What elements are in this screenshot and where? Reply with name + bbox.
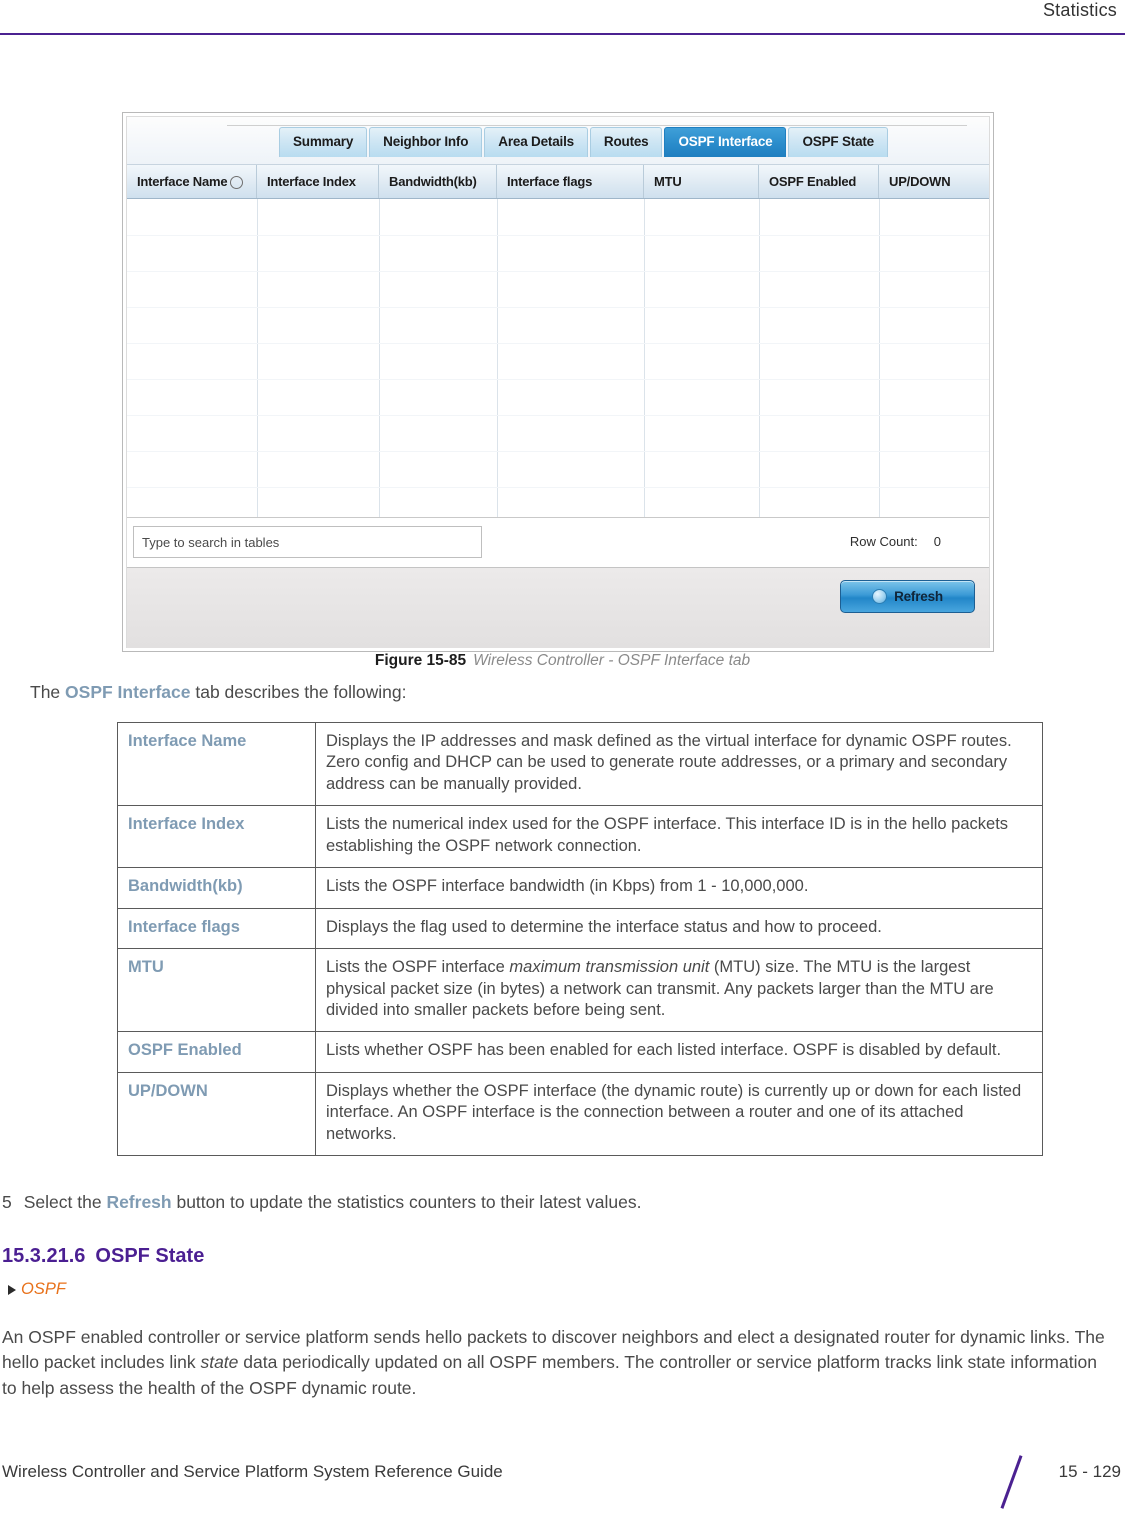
- column-divider: [759, 199, 760, 517]
- field-description-interface-name: Displays the IP addresses and mask defin…: [315, 721, 1043, 807]
- row-divider: [127, 343, 989, 344]
- field-description-table: Interface Name Displays the IP addresses…: [117, 721, 1043, 1157]
- figure-number: Figure 15-85: [374, 652, 467, 669]
- body-paragraph: An OSPF enabled controller or service pl…: [2, 1325, 1112, 1401]
- step-before: Select the: [23, 1192, 107, 1212]
- table-row: UP/DOWN Displays whether the OSPF interf…: [117, 1071, 1043, 1157]
- table-header-row: Interface Name Interface Index Bandwidth…: [127, 165, 989, 199]
- field-description-bandwidth: Lists the OSPF interface bandwidth (in K…: [315, 867, 1043, 909]
- intro-sentence: The OSPF Interface tab describes the fol…: [30, 682, 406, 703]
- column-header-interface-flags[interactable]: Interface flags: [497, 165, 644, 198]
- column-divider: [644, 199, 645, 517]
- column-header-interface-name[interactable]: Interface Name: [127, 165, 257, 198]
- field-label-mtu: MTU: [117, 948, 316, 1033]
- refresh-button-label: Refresh: [894, 589, 943, 604]
- row-divider: [127, 271, 989, 272]
- mtu-text-before: Lists the OSPF interface: [326, 958, 510, 977]
- table-row: Interface Name Displays the IP addresses…: [117, 721, 1043, 807]
- field-description-interface-flags: Displays the flag used to determine the …: [315, 907, 1043, 950]
- breadcrumb-label: OSPF: [21, 1280, 66, 1298]
- column-header-ospf-enabled[interactable]: OSPF Enabled: [759, 165, 879, 198]
- triangle-right-icon: [8, 1284, 16, 1295]
- page-header-title: Statistics: [1042, 0, 1117, 20]
- row-divider: [127, 415, 989, 416]
- column-header-up-down[interactable]: UP/DOWN: [879, 165, 989, 198]
- body-italic-term: state: [200, 1352, 239, 1373]
- column-divider: [879, 199, 880, 517]
- intro-after: tab describes the following:: [190, 682, 407, 702]
- row-divider: [127, 379, 989, 380]
- tab-strip: Summary Neighbor Info Area Details Route…: [127, 117, 989, 165]
- row-divider: [127, 487, 989, 488]
- row-divider: [127, 307, 989, 308]
- field-label-interface-name: Interface Name: [117, 721, 316, 807]
- table-row: Interface Index Lists the numerical inde…: [117, 805, 1043, 869]
- refresh-icon: [872, 589, 888, 604]
- column-header-interface-name-label: Interface Name: [137, 174, 228, 189]
- tab-area-details[interactable]: Area Details: [484, 127, 588, 157]
- table-row: OSPF Enabled Lists whether OSPF has been…: [117, 1031, 1043, 1073]
- table-body-empty: [127, 199, 989, 517]
- numbered-step-5: 5 Select the Refresh button to update the…: [2, 1192, 641, 1213]
- tab-routes[interactable]: Routes: [589, 127, 663, 157]
- field-description-mtu: Lists the OSPF interface maximum transmi…: [315, 948, 1043, 1033]
- column-header-bandwidth[interactable]: Bandwidth(kb): [379, 165, 497, 198]
- row-count-label: Row Count:: [849, 534, 918, 549]
- table-footer-row: Type to search in tables Row Count: 0: [127, 517, 989, 567]
- field-label-interface-index: Interface Index: [117, 805, 316, 869]
- refresh-button[interactable]: Refresh: [840, 580, 975, 613]
- field-description-ospf-enabled: Lists whether OSPF has been enabled for …: [315, 1031, 1043, 1073]
- footer-slash-rule: [1000, 1455, 1023, 1509]
- tab-ospf-state[interactable]: OSPF State: [788, 127, 888, 157]
- page-running-header: Statistics: [0, 0, 1125, 35]
- field-description-up-down: Displays whether the OSPF interface (the…: [315, 1071, 1043, 1157]
- column-divider: [257, 199, 258, 517]
- field-label-ospf-enabled: OSPF Enabled: [117, 1031, 316, 1073]
- figure-caption: Figure 15-85 Wireless Controller - OSPF I…: [0, 652, 1125, 670]
- sort-indicator-icon[interactable]: [230, 176, 244, 189]
- field-description-interface-index: Lists the numerical index used for the O…: [315, 805, 1043, 869]
- step-keyword-refresh: Refresh: [106, 1192, 172, 1212]
- row-count: Row Count: 0: [850, 534, 941, 549]
- window-action-bar: Refresh: [127, 567, 989, 648]
- row-divider: [127, 235, 989, 236]
- column-divider: [497, 199, 498, 517]
- column-header-interface-index[interactable]: Interface Index: [257, 165, 379, 198]
- column-header-mtu[interactable]: MTU: [644, 165, 759, 198]
- intro-before: The: [30, 682, 66, 702]
- tab-neighbor-info[interactable]: Neighbor Info: [369, 127, 483, 157]
- ui-window: Summary Neighbor Info Area Details Route…: [126, 116, 990, 648]
- section-title: OSPF State: [95, 1245, 205, 1267]
- breadcrumb[interactable]: OSPF: [8, 1280, 66, 1299]
- search-input[interactable]: Type to search in tables: [133, 526, 482, 558]
- row-count-value: 0: [933, 534, 941, 549]
- field-label-up-down: UP/DOWN: [117, 1071, 316, 1157]
- header-divider-rule: [0, 33, 1125, 35]
- field-label-bandwidth: Bandwidth(kb): [117, 867, 316, 909]
- section-number: 15.3.21.6: [2, 1245, 86, 1267]
- column-divider: [379, 199, 380, 517]
- tab-list: Summary Neighbor Info Area Details Route…: [279, 127, 888, 157]
- footer-page-number: 15 - 129: [1058, 1462, 1121, 1481]
- mtu-italic-term: maximum transmission unit: [509, 958, 710, 977]
- figure-caption-text: Wireless Controller - OSPF Interface tab: [473, 652, 751, 669]
- table-row: Bandwidth(kb) Lists the OSPF interface b…: [117, 867, 1043, 909]
- tab-ospf-interface[interactable]: OSPF Interface: [664, 127, 787, 157]
- footer-guide-title: Wireless Controller and Service Platform…: [2, 1462, 503, 1481]
- step-after: button to update the statistics counters…: [171, 1192, 642, 1212]
- step-number: 5: [2, 1192, 12, 1212]
- section-heading: 15.3.21.6 OSPF State: [2, 1245, 204, 1268]
- screenshot-figure-ospf-interface: Summary Neighbor Info Area Details Route…: [122, 112, 994, 652]
- row-divider: [127, 451, 989, 452]
- page-footer: Wireless Controller and Service Platform…: [0, 1455, 1125, 1509]
- intro-keyword: OSPF Interface: [65, 682, 191, 702]
- field-label-interface-flags: Interface flags: [117, 907, 316, 950]
- table-row: Interface flags Displays the flag used t…: [117, 907, 1043, 950]
- table-row: MTU Lists the OSPF interface maximum tra…: [117, 948, 1043, 1033]
- tab-summary[interactable]: Summary: [279, 127, 368, 157]
- tab-strip-rule: [227, 125, 967, 126]
